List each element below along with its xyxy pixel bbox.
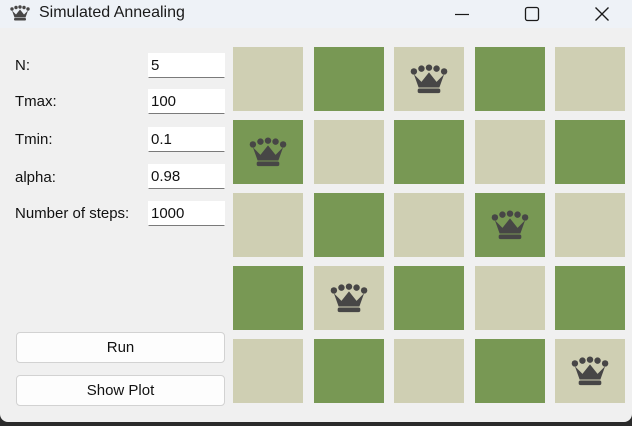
steps-field[interactable] [148,201,225,226]
show-plot-button[interactable]: Show Plot [16,375,225,406]
board-cell[interactable] [555,47,625,111]
queen-icon [410,64,448,94]
board-cell[interactable] [314,47,384,111]
queen-icon [571,356,609,386]
n-field[interactable] [148,53,225,78]
app-window: Simulated Annealing N: Tmax: Tmin: alpha… [0,0,632,422]
alpha-field[interactable] [148,164,225,189]
board-cell[interactable] [555,193,625,257]
run-button[interactable]: Run [16,332,225,363]
board-cell[interactable] [555,120,625,184]
steps-label: Number of steps: [15,205,130,222]
board-cell[interactable] [394,120,464,184]
board-cell[interactable] [555,339,625,403]
board-cell[interactable] [475,193,545,257]
maximize-icon [524,6,540,22]
close-button[interactable] [579,0,625,28]
queen-icon [330,283,368,313]
board-cell[interactable] [314,193,384,257]
tmax-label: Tmax: [15,93,57,110]
board-cell[interactable] [555,266,625,330]
board-cell[interactable] [475,339,545,403]
board-cell[interactable] [314,266,384,330]
chess-board [233,47,625,411]
board-cell[interactable] [314,120,384,184]
board-cell[interactable] [233,193,303,257]
minimize-icon [455,13,469,16]
board-cell[interactable] [314,339,384,403]
board-cell[interactable] [394,193,464,257]
board-cell[interactable] [394,47,464,111]
tmin-label: Tmin: [15,131,53,148]
board-cell[interactable] [394,266,464,330]
tmax-field[interactable] [148,89,225,114]
close-icon [595,7,609,21]
board-cell[interactable] [475,120,545,184]
alpha-label: alpha: [15,169,56,186]
board-cell[interactable] [394,339,464,403]
title-bar[interactable]: Simulated Annealing [0,0,632,28]
board-cell[interactable] [233,266,303,330]
board-cell[interactable] [233,120,303,184]
board-cell[interactable] [475,47,545,111]
tmin-field[interactable] [148,127,225,152]
queen-icon [249,137,287,167]
window-title: Simulated Annealing [39,4,185,21]
board-cell[interactable] [475,266,545,330]
queen-icon [491,210,529,240]
maximize-button[interactable] [509,0,555,28]
board-cell[interactable] [233,47,303,111]
n-label: N: [15,57,30,74]
board-cell[interactable] [233,339,303,403]
queen-icon [10,5,30,21]
minimize-button[interactable] [439,0,485,28]
